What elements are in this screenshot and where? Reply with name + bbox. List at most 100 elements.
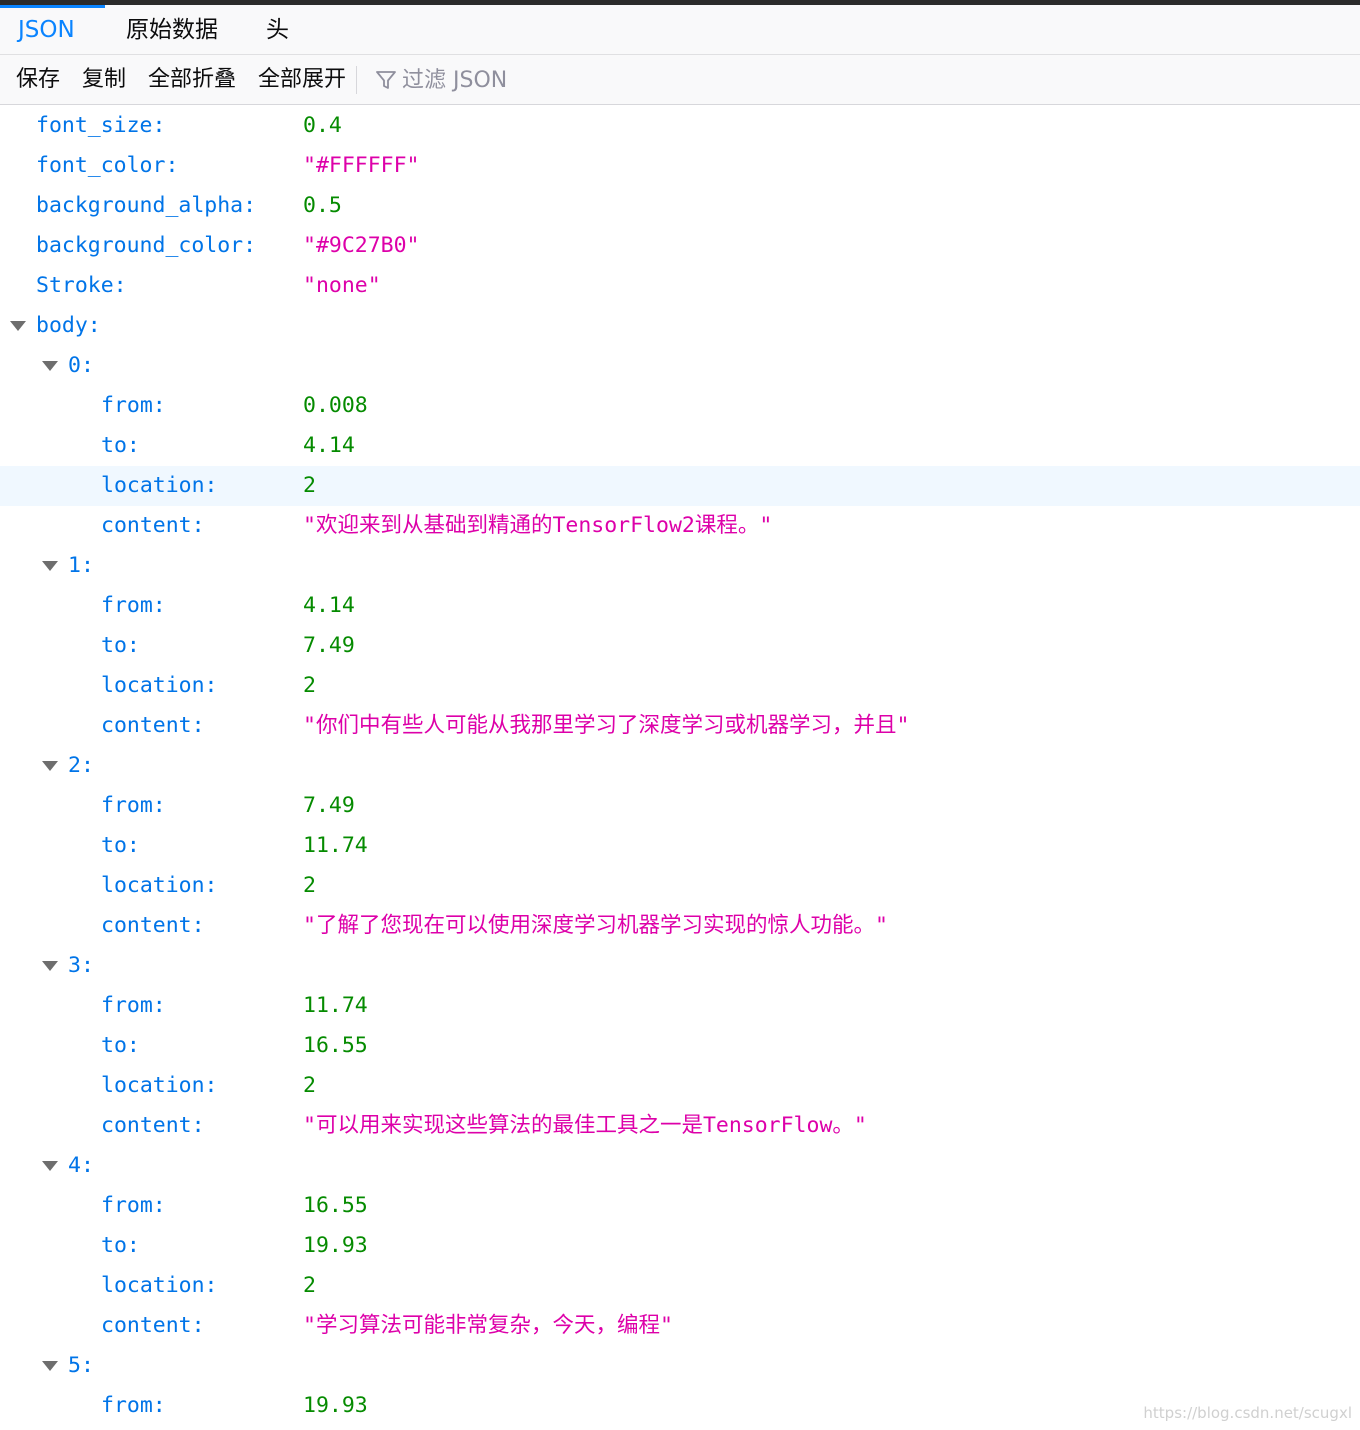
watermark: https://blog.csdn.net/scugxl — [1143, 1404, 1352, 1422]
json-key: 5: — [68, 1353, 94, 1378]
json-key: location: — [101, 873, 218, 898]
json-value: 2 — [303, 873, 316, 898]
json-value: 16.55 — [303, 1193, 368, 1218]
json-value: "你们中有些人可能从我那里学习了深度学习或机器学习，并且" — [303, 713, 910, 738]
json-row: background_color: "#9C27B0" — [0, 226, 1360, 266]
json-row: font_color: "#FFFFFF" — [0, 146, 1360, 186]
json-key: location: — [101, 473, 218, 498]
json-key: background_alpha: — [36, 193, 257, 218]
json-key: from: — [101, 393, 166, 418]
json-key: to: — [101, 1233, 140, 1258]
json-key: from: — [101, 1393, 166, 1418]
json-row: to: 16.55 — [0, 1026, 1360, 1066]
json-key: location: — [101, 1273, 218, 1298]
json-row: Stroke: "none" — [0, 266, 1360, 306]
json-value: 16.55 — [303, 1033, 368, 1058]
json-key: 0: — [68, 353, 94, 378]
json-key: font_color: — [36, 153, 179, 178]
json-row: to: 11.74 — [0, 826, 1360, 866]
tab-raw-data[interactable]: 原始数据 — [126, 5, 218, 54]
json-value: 19.93 — [303, 1393, 368, 1418]
json-value: "欢迎来到从基础到精通的TensorFlow2课程。" — [303, 513, 773, 538]
json-key: content: — [101, 513, 205, 538]
json-row: content: "了解了您现在可以使用深度学习机器学习实现的惊人功能。" — [0, 906, 1360, 946]
expand-triangle-icon[interactable] — [42, 1361, 58, 1371]
json-value: 7.49 — [303, 633, 355, 658]
tab-json[interactable]: JSON — [0, 5, 105, 54]
json-value: "none" — [303, 273, 381, 298]
json-value: 4.14 — [303, 593, 355, 618]
json-key: font_size: — [36, 113, 166, 138]
save-button[interactable]: 保存 — [16, 55, 60, 104]
json-value: "学习算法可能非常复杂，今天，编程" — [303, 1313, 673, 1338]
json-row: to: 4.14 — [0, 426, 1360, 466]
json-row: content: "欢迎来到从基础到精通的TensorFlow2课程。" — [0, 506, 1360, 546]
json-row: location: 2 — [0, 1266, 1360, 1306]
filter-json-input[interactable] — [402, 63, 742, 97]
json-value: 7.49 — [303, 793, 355, 818]
expand-triangle-icon[interactable] — [42, 561, 58, 571]
json-row: to: 7.49 — [0, 626, 1360, 666]
json-row: location: 2 — [0, 1066, 1360, 1106]
json-row: background_alpha: 0.5 — [0, 186, 1360, 226]
json-key: to: — [101, 433, 140, 458]
json-key: content: — [101, 1113, 205, 1138]
json-value: "了解了您现在可以使用深度学习机器学习实现的惊人功能。" — [303, 913, 888, 938]
collapse-all-button[interactable]: 全部折叠 — [148, 55, 236, 104]
json-key: location: — [101, 673, 218, 698]
copy-button[interactable]: 复制 — [82, 55, 126, 104]
json-row: from: 11.74 — [0, 986, 1360, 1026]
json-key: 1: — [68, 553, 94, 578]
expand-triangle-icon[interactable] — [42, 761, 58, 771]
json-key: from: — [101, 1193, 166, 1218]
json-row: content: "可以用来实现这些算法的最佳工具之一是TensorFlow。" — [0, 1106, 1360, 1146]
json-row: from: 16.55 — [0, 1186, 1360, 1226]
json-value: 11.74 — [303, 993, 368, 1018]
json-value: 2 — [303, 473, 316, 498]
toolbar: 保存 复制 全部折叠 全部展开 — [0, 55, 1360, 105]
json-row: content: "你们中有些人可能从我那里学习了深度学习或机器学习，并且" — [0, 706, 1360, 746]
expand-triangle-icon[interactable] — [42, 1161, 58, 1171]
json-key: from: — [101, 593, 166, 618]
json-row-expandable[interactable]: 5: — [0, 1346, 1360, 1386]
json-value: 2 — [303, 1073, 316, 1098]
tab-headers[interactable]: 头 — [266, 5, 289, 54]
json-row: from: 4.14 — [0, 586, 1360, 626]
json-row-expandable[interactable]: 2: — [0, 746, 1360, 786]
json-key: content: — [101, 1313, 205, 1338]
json-value: "#9C27B0" — [303, 233, 420, 258]
expand-triangle-icon[interactable] — [42, 961, 58, 971]
json-tree: font_size: 0.4 font_color: "#FFFFFF" bac… — [0, 106, 1360, 1426]
json-value: "#FFFFFF" — [303, 153, 420, 178]
json-key: from: — [101, 793, 166, 818]
json-key: body: — [36, 313, 101, 338]
json-row: from: 7.49 — [0, 786, 1360, 826]
json-value: 2 — [303, 1273, 316, 1298]
json-row-expandable[interactable]: 4: — [0, 1146, 1360, 1186]
json-key: background_color: — [36, 233, 257, 258]
json-row: to: 19.93 — [0, 1226, 1360, 1266]
json-value: 2 — [303, 673, 316, 698]
json-key: to: — [101, 1033, 140, 1058]
json-key: 3: — [68, 953, 94, 978]
expand-triangle-icon[interactable] — [10, 321, 26, 331]
filter-icon — [376, 71, 396, 89]
json-row: location: 2 — [0, 666, 1360, 706]
json-value: 0.4 — [303, 113, 342, 138]
json-value: 0.008 — [303, 393, 368, 418]
json-key: content: — [101, 913, 205, 938]
json-row-expandable[interactable]: body: — [0, 306, 1360, 346]
json-row-expandable[interactable]: 3: — [0, 946, 1360, 986]
json-key: 2: — [68, 753, 94, 778]
json-row-expandable[interactable]: 0: — [0, 346, 1360, 386]
expand-all-button[interactable]: 全部展开 — [258, 55, 346, 104]
json-row: content: "学习算法可能非常复杂，今天，编程" — [0, 1306, 1360, 1346]
json-row-expandable[interactable]: 1: — [0, 546, 1360, 586]
json-key: to: — [101, 633, 140, 658]
toolbar-divider — [356, 66, 357, 94]
expand-triangle-icon[interactable] — [42, 361, 58, 371]
json-value: "可以用来实现这些算法的最佳工具之一是TensorFlow。" — [303, 1113, 867, 1138]
tab-bar: JSON 原始数据 头 — [0, 5, 1360, 55]
json-key: to: — [101, 833, 140, 858]
json-value: 0.5 — [303, 193, 342, 218]
